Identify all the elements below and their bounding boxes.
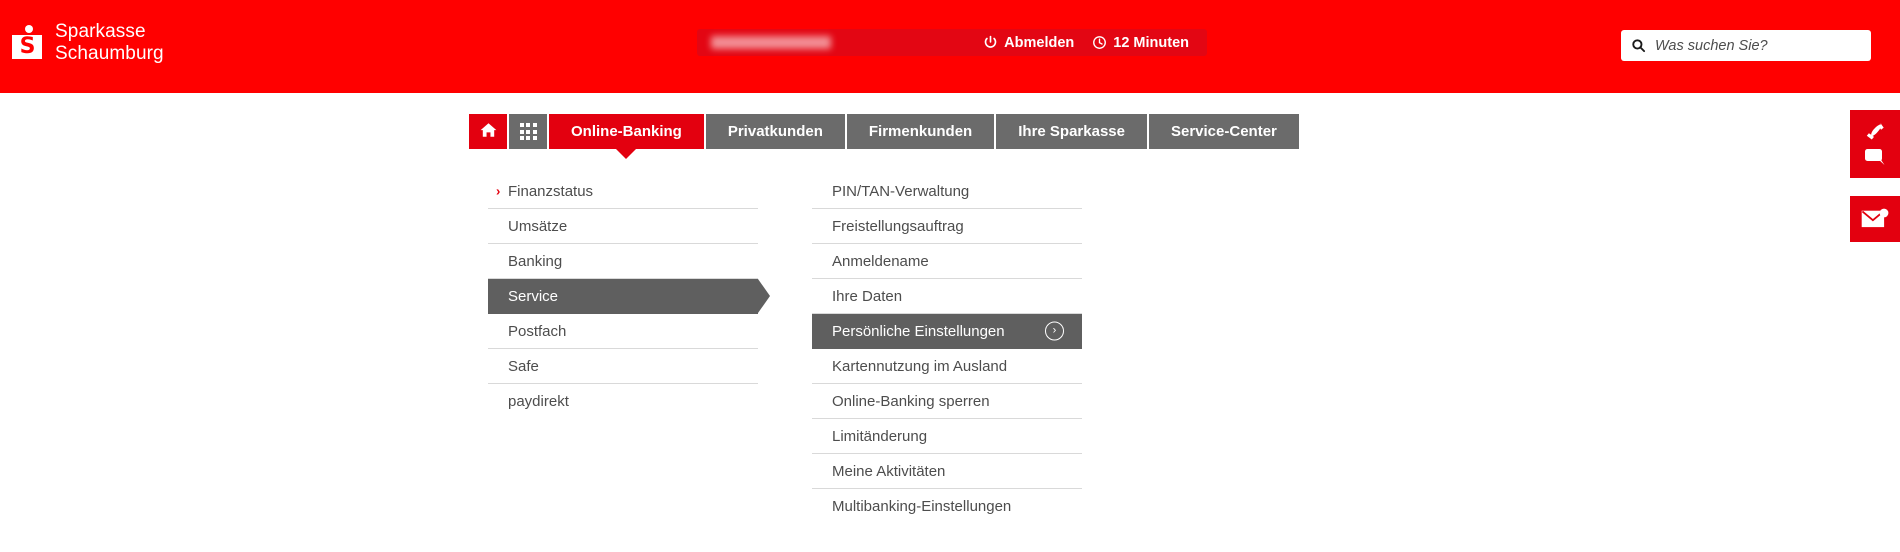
menu-item-label: Kartennutzung im Ausland [832,357,1008,375]
menu-column-secondary: PIN/TAN-Verwaltung Freistellungsauftrag … [812,174,1082,524]
session-timer[interactable]: 12 Minuten [1092,35,1189,51]
menu-item-label: Online-Banking sperren [832,392,990,410]
contact-mail-button[interactable] [1850,196,1900,242]
menu-item-label: Multibanking-Einstellungen [832,498,1012,515]
tab-label: Online-Banking [571,123,682,140]
main-navigation: Online-Banking Privatkunden Firmenkunden… [469,114,1299,149]
nav-home-button[interactable] [469,114,507,149]
menu-item-label: Postfach [508,322,567,340]
sparkasse-s-logo-icon: S [12,25,46,61]
home-icon [479,121,498,143]
tab-service-center[interactable]: Service-Center [1148,114,1299,149]
tab-label: Service-Center [1170,123,1277,140]
logout-label: Abmelden [1004,34,1075,51]
brand-name: Sparkasse Schaumburg [55,21,164,64]
menu-item-label: Umsätze [508,217,568,235]
menu-item-label: Limitänderung [832,427,928,445]
page-header: S Sparkasse Schaumburg Abmelden 12 Minut… [0,0,1900,93]
tab-ihre-sparkasse[interactable]: Ihre Sparkasse [996,114,1147,149]
menu-item-label: Safe [508,357,539,375]
menu-item-meine-aktivitaeten[interactable]: Meine Aktivitäten [812,454,1082,489]
tab-privatkunden[interactable]: Privatkunden [705,114,845,149]
menu-item-label: Persönliche Einstellungen [832,322,1005,340]
menu-item-label: Freistellungsauftrag [832,217,964,235]
menu-item-label: PIN/TAN-Verwaltung [832,182,970,200]
menu-item-kartennutzung-im-ausland[interactable]: Kartennutzung im Ausland [812,349,1082,384]
menu-column-primary: › Finanzstatus Umsätze Banking Service P… [488,174,770,419]
menu-item-label: Ihre Daten [832,287,903,305]
chat-bubble-icon [1863,147,1887,167]
chevron-right-icon: › [496,183,501,199]
search-box[interactable] [1621,30,1871,61]
tab-label: Ihre Sparkasse [1018,123,1125,140]
menu-item-paydirekt[interactable]: paydirekt [488,384,758,419]
menu-item-label: Service [508,287,559,305]
menu-item-postfach[interactable]: Postfach [488,314,758,349]
menu-item-online-banking-sperren[interactable]: Online-Banking sperren [812,384,1082,419]
circle-chevron-right-icon: › [1045,321,1064,341]
session-bar: Abmelden 12 Minuten [697,29,1207,56]
tab-firmenkunden[interactable]: Firmenkunden [846,114,995,149]
tab-label: Privatkunden [727,123,823,140]
clock-icon [1092,35,1107,50]
power-icon [983,35,998,50]
side-action-rail [1850,110,1900,242]
menu-item-label: paydirekt [508,393,569,410]
search-input[interactable] [1655,37,1861,54]
menu-item-label: Finanzstatus [508,182,594,200]
tab-online-banking[interactable]: Online-Banking [549,114,704,149]
brand-logo[interactable]: S Sparkasse Schaumburg [12,21,164,65]
nav-apps-button[interactable] [509,114,547,149]
menu-item-multibanking-einstellungen[interactable]: Multibanking-Einstellungen [812,489,1082,524]
session-timer-label: 12 Minuten [1113,34,1189,51]
contact-phone-chat-button[interactable] [1850,110,1900,178]
menu-item-ihre-daten[interactable]: Ihre Daten [812,279,1082,314]
menu-item-anmeldename[interactable]: Anmeldename [812,244,1082,279]
menu-item-safe[interactable]: Safe [488,349,758,384]
menu-item-pin-tan-verwaltung[interactable]: PIN/TAN-Verwaltung [812,174,1082,209]
mail-icon [1861,208,1889,230]
menu-item-label: Meine Aktivitäten [832,462,946,480]
grid-apps-icon [519,123,537,140]
logged-in-username-masked [711,36,831,49]
menu-item-finanzstatus[interactable]: › Finanzstatus [488,174,758,209]
menu-item-label: Anmeldename [832,252,929,270]
logo-letter: S [12,35,42,59]
menu-item-label: Banking [508,252,563,270]
menu-item-umsaetze[interactable]: Umsätze [488,209,758,244]
menu-item-persoenliche-einstellungen[interactable]: Persönliche Einstellungen › [812,314,1082,349]
tab-label: Firmenkunden [868,123,973,140]
logout-button[interactable]: Abmelden [983,35,1074,51]
menu-item-limitaenderung[interactable]: Limitänderung [812,419,1082,454]
menu-item-freistellungsauftrag[interactable]: Freistellungsauftrag [812,209,1082,244]
menu-item-service[interactable]: Service [488,279,770,314]
logo-dot [25,25,33,33]
menu-item-banking[interactable]: Banking [488,244,758,279]
search-icon [1631,38,1646,53]
session-actions: Abmelden 12 Minuten [983,29,1189,56]
phone-icon [1863,121,1887,145]
